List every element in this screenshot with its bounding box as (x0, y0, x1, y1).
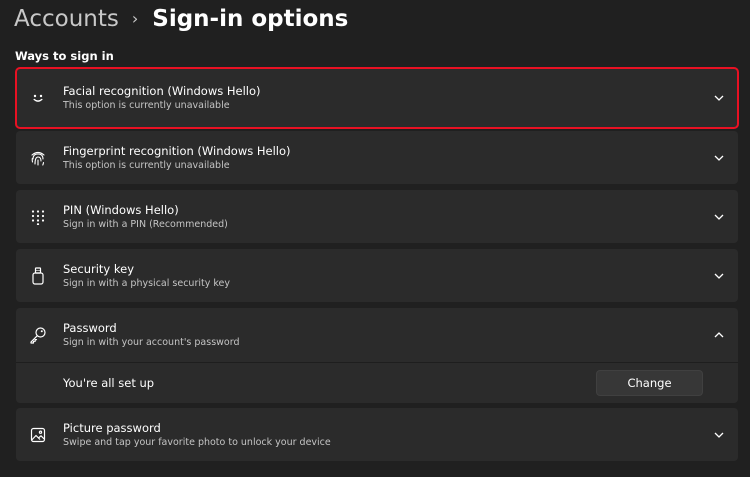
option-subtitle: Sign in with a PIN (Recommended) (63, 218, 228, 230)
chevron-down-icon[interactable] (712, 210, 726, 224)
chevron-down-icon[interactable] (712, 428, 726, 442)
option-subtitle: Sign in with a physical security key (63, 277, 230, 289)
breadcrumb-accounts-link[interactable]: Accounts (14, 6, 119, 32)
section-title: Ways to sign in (15, 49, 114, 63)
option-facial-recognition[interactable]: Facial recognition (Windows Hello) This … (15, 67, 739, 129)
option-text: Picture password Swipe and tap your favo… (63, 421, 331, 449)
option-title: Picture password (63, 420, 161, 435)
option-title: Password (63, 321, 117, 335)
option-picture-password[interactable]: Picture password Swipe and tap your favo… (16, 408, 738, 461)
option-subtitle: This option is currently unavailable (63, 159, 230, 171)
usb-key-icon (28, 266, 48, 286)
option-title: Security key (63, 261, 135, 276)
chevron-down-icon[interactable] (712, 151, 726, 165)
option-subtitle: Swipe and tap your favorite photo to unl… (63, 436, 331, 448)
face-smile-icon (28, 88, 48, 108)
change-password-button[interactable]: Change (596, 370, 703, 396)
option-text: Security key Sign in with a physical sec… (63, 262, 230, 290)
picture-icon (28, 425, 48, 445)
breadcrumb: Accounts › Sign-in options (14, 2, 348, 36)
password-status-text: You're all set up (63, 376, 155, 390)
key-icon (28, 325, 48, 345)
option-text: Password Sign in with your account's pas… (63, 321, 240, 349)
chevron-down-icon[interactable] (712, 269, 726, 283)
option-pin[interactable]: PIN (Windows Hello) Sign in with a PIN (… (16, 190, 738, 243)
option-fingerprint-recognition[interactable]: Fingerprint recognition (Windows Hello) … (16, 131, 738, 184)
option-text: Facial recognition (Windows Hello) This … (63, 84, 261, 112)
option-text: PIN (Windows Hello) Sign in with a PIN (… (63, 203, 228, 231)
chevron-up-icon[interactable] (712, 328, 726, 342)
option-security-key[interactable]: Security key Sign in with a physical sec… (16, 249, 738, 302)
option-title: Fingerprint recognition (Windows Hello) (63, 143, 291, 158)
pin-keypad-icon (28, 207, 48, 227)
option-password[interactable]: Password Sign in with your account's pas… (16, 308, 738, 362)
option-title: Facial recognition (Windows Hello) (63, 84, 261, 98)
password-detail-row: You're all set up Change (16, 362, 738, 403)
page-title: Sign-in options (152, 6, 349, 32)
breadcrumb-separator: › (131, 8, 139, 28)
option-text: Fingerprint recognition (Windows Hello) … (63, 144, 291, 172)
fingerprint-icon (28, 148, 48, 168)
chevron-down-icon[interactable] (712, 91, 726, 105)
option-title: PIN (Windows Hello) (63, 202, 179, 217)
option-subtitle: Sign in with your account's password (63, 337, 240, 348)
option-subtitle: This option is currently unavailable (63, 100, 230, 111)
